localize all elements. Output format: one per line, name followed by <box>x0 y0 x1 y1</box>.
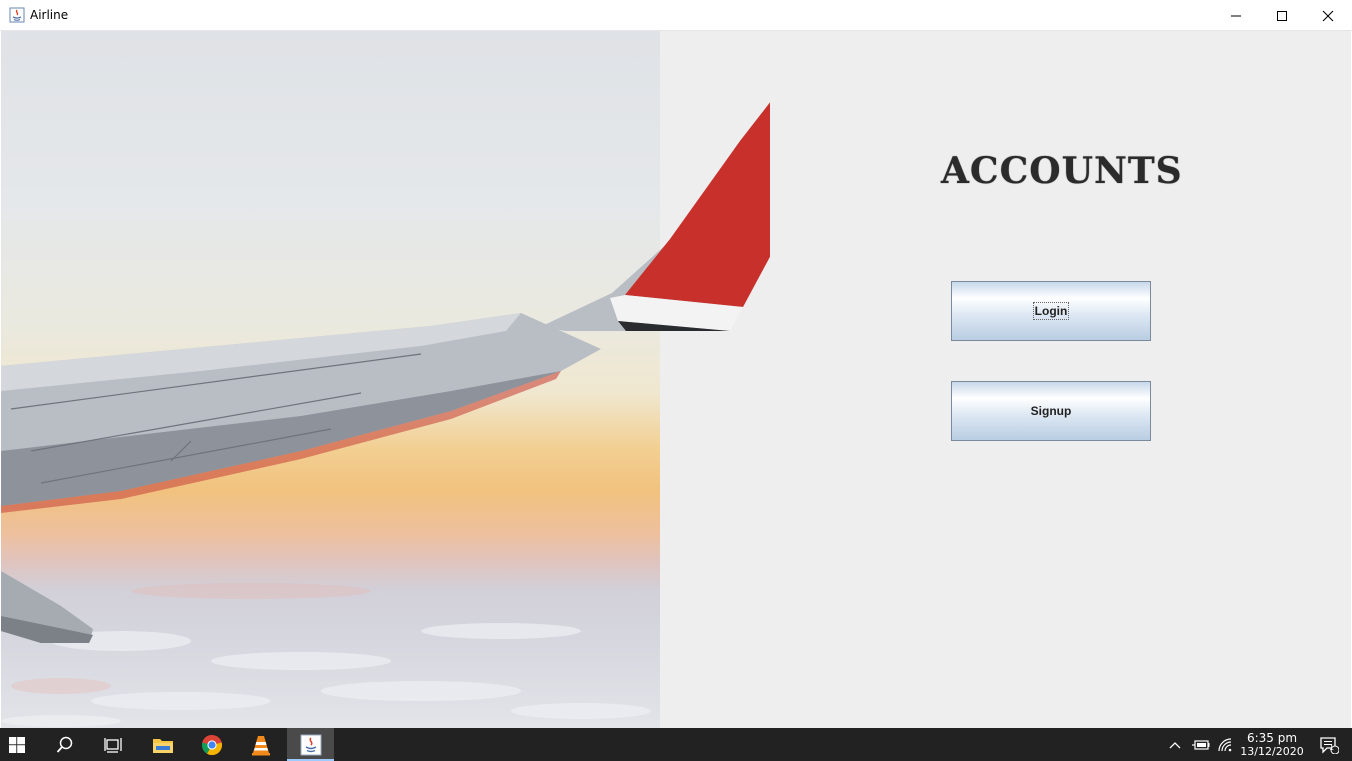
battery-status[interactable] <box>1190 728 1212 761</box>
clock-date: 13/12/2020 <box>1240 745 1304 758</box>
vlc-button[interactable] <box>241 728 281 761</box>
notification-count: 1 <box>1329 743 1335 752</box>
taskbar: 6:35 pm 13/12/2020 1 <box>0 728 1352 761</box>
java-app-icon <box>9 7 25 23</box>
minimize-icon <box>1231 15 1241 16</box>
start-button[interactable] <box>0 728 33 761</box>
show-hidden-icons-button[interactable] <box>1166 728 1184 761</box>
search-icon <box>56 736 73 753</box>
login-button-label: Login <box>1032 302 1070 320</box>
windows-logo-icon <box>8 736 25 753</box>
chevron-up-icon <box>1169 741 1181 748</box>
minimize-button[interactable] <box>1213 0 1259 31</box>
folder-icon <box>153 738 173 753</box>
network-status[interactable] <box>1216 728 1236 761</box>
task-view-button[interactable] <box>93 728 133 761</box>
page-title: ACCOUNTS <box>941 150 1183 192</box>
close-icon <box>1322 10 1334 21</box>
login-button[interactable]: Login <box>951 281 1151 341</box>
battery-charging-icon <box>1192 739 1210 750</box>
vlc-icon <box>252 735 270 755</box>
chrome-icon <box>201 734 223 755</box>
window-title: Airline <box>30 8 69 22</box>
task-view-icon <box>104 737 122 753</box>
winglet-red-tip <box>540 102 770 331</box>
maximize-button[interactable] <box>1259 0 1305 31</box>
signup-button[interactable]: Signup <box>951 381 1151 441</box>
action-center-button[interactable]: 1 <box>1314 728 1344 761</box>
close-button[interactable] <box>1305 0 1351 31</box>
signup-button-label: Signup <box>1030 404 1072 418</box>
clock-time: 6:35 pm <box>1246 731 1298 745</box>
taskbar-clock[interactable]: 6:35 pm 13/12/2020 <box>1238 731 1306 759</box>
window-titlebar: Airline <box>0 0 1352 31</box>
maximize-icon <box>1277 10 1287 21</box>
wifi-icon <box>1218 737 1232 751</box>
taskbar-search-button[interactable] <box>45 728 85 761</box>
chrome-button[interactable] <box>192 728 232 761</box>
file-explorer-button[interactable] <box>143 728 183 761</box>
java-app-taskbar-button[interactable] <box>287 728 334 761</box>
java-icon <box>300 734 321 755</box>
